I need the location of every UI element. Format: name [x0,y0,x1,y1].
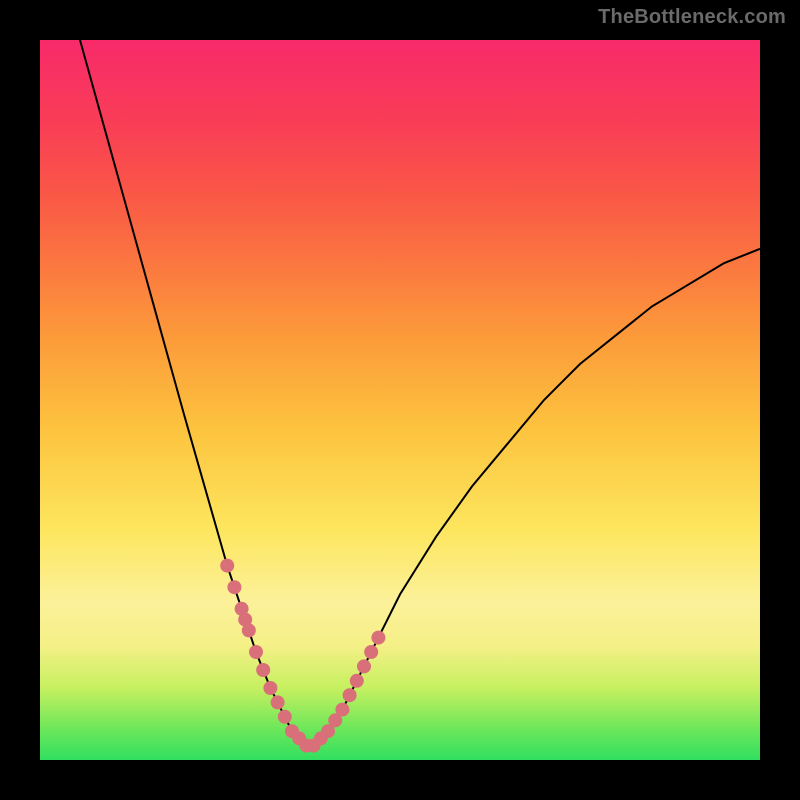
curve-markers [220,559,385,753]
curve-marker [371,631,385,645]
curve-marker [364,645,378,659]
curve-marker [350,674,364,688]
curve-marker [242,623,256,637]
curve-marker [249,645,263,659]
curve-marker [343,688,357,702]
curve-marker [227,580,241,594]
curve-marker [271,695,285,709]
curve-marker [357,659,371,673]
curve-marker [278,710,292,724]
curve-marker [263,681,277,695]
curve-marker [220,559,234,573]
curve-marker [256,663,270,677]
bottleneck-curve [40,0,760,746]
watermark-text: TheBottleneck.com [598,6,786,29]
curve-marker [335,703,349,717]
plot-area [40,40,760,760]
chart-frame: TheBottleneck.com [0,0,800,800]
curve-layer [40,40,760,760]
